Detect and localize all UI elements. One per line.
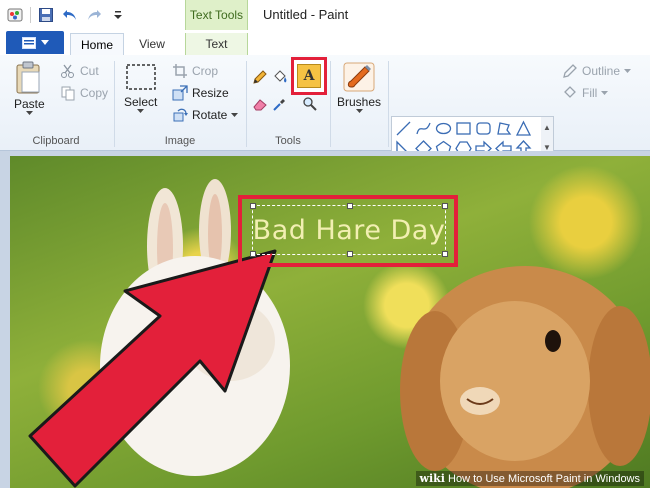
brushes-button[interactable]: Brushes (332, 61, 386, 114)
chevron-down-icon (624, 68, 632, 73)
rotate-icon (173, 108, 188, 122)
rotate-label: Rotate (192, 108, 228, 122)
resize-handle[interactable] (250, 203, 256, 209)
window-title: Untitled - Paint (263, 7, 349, 22)
tab-view[interactable]: View (128, 33, 176, 55)
pencil-icon[interactable] (251, 68, 269, 86)
chevron-down-icon (25, 111, 33, 115)
file-menu-icon (21, 36, 36, 49)
title-bar: Text Tools Untitled - Paint (0, 0, 650, 30)
magnifier-icon[interactable] (301, 95, 319, 113)
cut-label: Cut (80, 64, 99, 78)
resize-handle[interactable] (347, 251, 353, 257)
fill-button[interactable]: Fill (562, 85, 609, 101)
clipboard-group: Paste Cut Copy Clipboard (0, 55, 112, 150)
tools-group-label: Tools (275, 135, 301, 147)
fill-bucket-icon (564, 86, 576, 98)
file-menu-button[interactable] (6, 31, 64, 54)
paste-button[interactable]: Paste (14, 61, 45, 116)
tab-home[interactable]: Home (70, 33, 124, 56)
brush-icon (343, 62, 375, 92)
cut-button[interactable]: Cut (60, 63, 99, 79)
watermark-brand: wiki (419, 472, 445, 485)
resize-icon (172, 85, 188, 101)
brushes-group: Brushes (332, 55, 386, 150)
chevron-down-icon (137, 109, 145, 113)
resize-handle[interactable] (250, 251, 256, 257)
red-arrow-annotation (28, 249, 277, 488)
color-picker-icon[interactable] (271, 95, 289, 113)
quick-access-toolbar (6, 6, 127, 24)
crop-icon (173, 64, 187, 78)
tab-text[interactable]: Text (185, 33, 248, 55)
copy-icon (61, 86, 75, 101)
paint-app-icon[interactable] (6, 6, 24, 24)
canvas-text: Bad Hare Day (252, 214, 446, 246)
undo-icon[interactable] (61, 6, 79, 24)
resize-label: Resize (192, 86, 229, 100)
rotate-button[interactable]: Rotate (172, 107, 239, 123)
curve-shape-icon[interactable] (415, 120, 432, 137)
paste-icon (16, 61, 40, 94)
chevron-down-icon (355, 109, 363, 113)
paste-label: Paste (14, 97, 45, 111)
resize-handle[interactable] (442, 203, 448, 209)
copy-button[interactable]: Copy (60, 85, 108, 101)
clipboard-group-label: Clipboard (32, 135, 80, 147)
text-tool-button[interactable]: A (291, 57, 327, 95)
chevron-down-icon (40, 39, 49, 45)
crop-label: Crop (192, 64, 219, 78)
scissors-icon (61, 64, 74, 78)
group-separator (330, 61, 331, 147)
brown-rabbit-image (400, 266, 650, 488)
image-group-label: Image (164, 135, 196, 147)
rectangle-shape-icon[interactable] (455, 120, 472, 137)
outline-pen-icon (563, 64, 577, 78)
context-tab-header-text-tools: Text Tools (185, 0, 248, 30)
image-group: Select Crop Resize Rotate Image (116, 55, 244, 150)
chevron-down-icon (601, 90, 609, 95)
watermark: wiki How to Use Microsoft Paint in Windo… (415, 471, 644, 486)
rounded-rectangle-shape-icon[interactable] (475, 120, 492, 137)
group-separator (388, 61, 389, 147)
select-rectangle-icon (125, 64, 156, 90)
crop-button[interactable]: Crop (172, 63, 218, 79)
fill-bucket-icon[interactable] (271, 68, 289, 86)
eraser-icon[interactable] (251, 95, 269, 113)
group-separator (246, 61, 247, 147)
ribbon-tab-bar: Home View Text (0, 30, 650, 56)
oval-shape-icon[interactable] (435, 120, 452, 137)
qat-divider (30, 7, 31, 23)
save-icon[interactable] (37, 6, 55, 24)
select-button[interactable]: Select (124, 63, 157, 114)
select-label: Select (124, 95, 158, 109)
group-separator (114, 61, 115, 147)
line-shape-icon[interactable] (395, 120, 412, 137)
brushes-label: Brushes (336, 95, 382, 109)
triangle-shape-icon[interactable] (515, 120, 532, 137)
chevron-down-icon (231, 112, 239, 117)
scroll-up-icon[interactable]: ▲ (543, 123, 551, 132)
watermark-text: How to Use Microsoft Paint in Windows (448, 473, 640, 485)
polygon-shape-icon[interactable] (495, 120, 512, 137)
resize-button[interactable]: Resize (172, 85, 229, 101)
copy-label: Copy (80, 86, 109, 100)
fill-label: Fill (582, 86, 598, 100)
resize-handle[interactable] (347, 203, 353, 209)
text-a-icon: A (297, 64, 321, 88)
text-input-box[interactable]: Bad Hare Day (250, 203, 448, 257)
redo-icon[interactable] (85, 6, 103, 24)
customize-qat-dropdown-icon[interactable] (109, 6, 127, 24)
outline-label: Outline (582, 64, 621, 78)
outline-button[interactable]: Outline (562, 63, 632, 79)
resize-handle[interactable] (442, 251, 448, 257)
